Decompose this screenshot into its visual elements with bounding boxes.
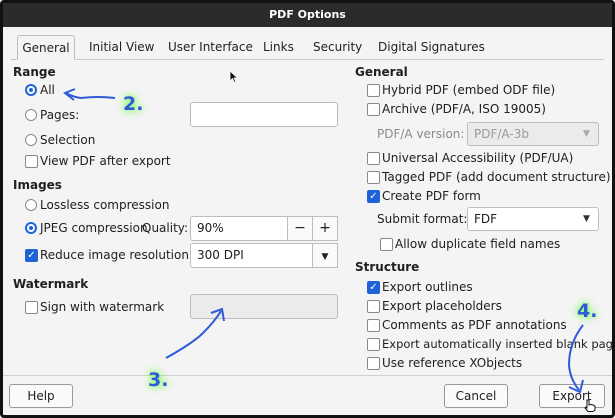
arrow-3-line [165,310,222,359]
annotation-arrows [63,88,584,394]
annotation-number-2: 2. [123,93,144,115]
arrow-2-line [65,92,116,100]
annotation-number-3: 3. [148,369,169,391]
annotation-number-4: 4. [577,300,598,322]
pdf-options-dialog: PDF Options General Initial View User In… [0,0,615,418]
arrow-4-line [567,324,584,391]
